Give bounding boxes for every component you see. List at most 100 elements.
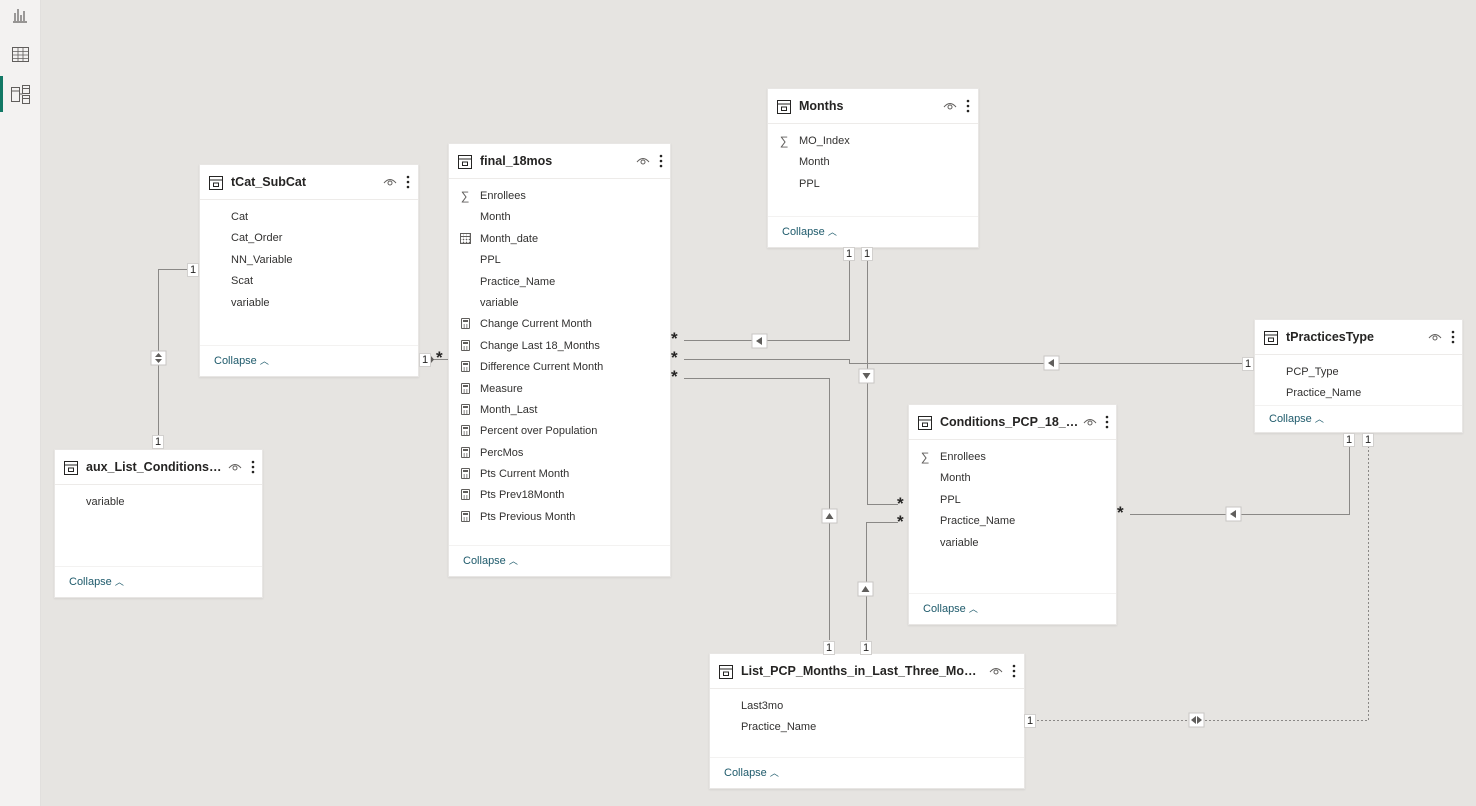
visibility-icon[interactable]	[943, 101, 957, 111]
collapse-button[interactable]: Collapse ︿	[463, 554, 518, 567]
collapse-button[interactable]: Collapse ︿	[1269, 412, 1324, 425]
table-card-header[interactable]: aux_List_Conditions_u...	[55, 450, 262, 485]
cardinality-one: 1	[843, 247, 856, 261]
field-row[interactable]: Month_Last	[449, 401, 670, 422]
table-card-header[interactable]: tCat_SubCat	[200, 165, 418, 200]
field-row[interactable]: Pts Prev18Month	[449, 486, 670, 507]
field-row[interactable]: Last3mo	[710, 697, 1024, 718]
calculator-icon	[459, 510, 471, 524]
table-card-tcat[interactable]: tCat_SubCat Cat Cat_Order NN_Variable Scat v…	[199, 164, 419, 377]
table-card-header[interactable]: Months	[768, 89, 978, 124]
visibility-icon[interactable]	[228, 462, 242, 472]
more-options-icon[interactable]	[251, 459, 255, 475]
cardinality-many: *	[671, 367, 678, 386]
table-card-header[interactable]: Conditions_PCP_18_m...	[909, 405, 1116, 440]
field-row[interactable]: Month	[909, 469, 1116, 490]
field-row[interactable]: variable	[909, 534, 1116, 555]
table-card-conditions[interactable]: Conditions_PCP_18_m... ∑ Enrollees Month PP…	[908, 404, 1117, 625]
table-card-listpcp[interactable]: List_PCP_Months_in_Last_Three_Months Las…	[709, 653, 1025, 789]
field-row[interactable]: Cat	[200, 208, 418, 229]
table-card-final[interactable]: final_18mos ∑ Enrollees Month Month_date PPL…	[448, 143, 671, 577]
field-row[interactable]: Pts Current Month	[449, 465, 670, 486]
more-options-icon[interactable]	[966, 98, 970, 114]
table-title: Conditions_PCP_18_m...	[940, 415, 1080, 429]
more-options-icon[interactable]	[1012, 663, 1016, 679]
calculator-icon	[459, 318, 471, 331]
cardinality-one: 1	[187, 263, 200, 277]
card-footer: Collapse ︿	[200, 345, 418, 376]
field-row[interactable]: variable	[449, 294, 670, 315]
more-options-icon[interactable]	[406, 174, 410, 190]
field-row[interactable]: Change Current Month	[449, 315, 670, 336]
table-title: Months	[799, 99, 844, 113]
field-name: Month	[940, 472, 971, 485]
field-list: variable	[55, 493, 262, 514]
more-options-icon[interactable]	[1105, 414, 1109, 430]
visibility-icon[interactable]	[989, 666, 1003, 676]
field-row[interactable]: variable	[200, 294, 418, 315]
field-row[interactable]: Measure	[449, 380, 670, 401]
visibility-icon[interactable]	[383, 177, 397, 187]
field-row[interactable]: PPL	[768, 175, 978, 196]
field-row[interactable]: Change Last 18_Months	[449, 337, 670, 358]
field-name: variable	[480, 296, 519, 309]
field-row[interactable]: Cat_Order	[200, 229, 418, 250]
field-row[interactable]: Practice_Name	[449, 273, 670, 294]
table-title: List_PCP_Months_in_Last_Three_Months	[741, 664, 981, 678]
cardinality-many: *	[1117, 503, 1124, 522]
field-row[interactable]: Scat	[200, 272, 418, 293]
field-name: Month	[799, 156, 830, 169]
chevron-up-icon: ︿	[508, 556, 518, 566]
table-card-header[interactable]: final_18mos	[449, 144, 670, 179]
table-card-months[interactable]: Months ∑ MO_Index Month PPL Collapse ︿	[767, 88, 979, 248]
field-name: Pts Prev18Month	[480, 489, 565, 502]
field-row[interactable]: Difference Current Month	[449, 358, 670, 379]
field-row[interactable]: Month	[768, 153, 978, 174]
table-card-header[interactable]: tPracticesType	[1255, 320, 1462, 355]
field-row[interactable]: Month_date	[449, 230, 670, 251]
field-name: Month	[480, 211, 511, 224]
collapse-button[interactable]: Collapse ︿	[782, 225, 837, 238]
cardinality-many: *	[897, 512, 904, 531]
field-row[interactable]: NN_Variable	[200, 251, 418, 272]
field-name: Month_Last	[480, 403, 538, 416]
table-card-aux[interactable]: aux_List_Conditions_u... variable Collap…	[54, 449, 263, 598]
field-row[interactable]: ∑ Enrollees	[909, 448, 1116, 469]
collapse-button[interactable]: Collapse ︿	[69, 575, 124, 588]
more-options-icon[interactable]	[1451, 329, 1455, 345]
field-row[interactable]: Pts Previous Month	[449, 508, 670, 529]
field-row[interactable]: variable	[55, 493, 262, 514]
field-row[interactable]: PPL	[909, 491, 1116, 512]
field-row[interactable]: PCP_Type	[1255, 363, 1462, 384]
table-card-ptype[interactable]: tPracticesType PCP_Type Practice_Name Col…	[1254, 319, 1463, 433]
table-card-header[interactable]: List_PCP_Months_in_Last_Three_Months	[710, 654, 1024, 689]
field-name: Pts Current Month	[480, 468, 570, 481]
collapse-button[interactable]: Collapse ︿	[923, 602, 978, 615]
field-row[interactable]: Practice_Name	[1255, 384, 1462, 405]
more-options-icon[interactable]	[659, 153, 663, 169]
field-row[interactable]: PPL	[449, 251, 670, 272]
field-row[interactable]: ∑ Enrollees	[449, 187, 670, 208]
field-row[interactable]: ∑ MO_Index	[768, 132, 978, 153]
sigma-icon: ∑	[920, 450, 930, 464]
calculator-icon	[459, 425, 471, 438]
field-list: PCP_Type Practice_Name	[1255, 363, 1462, 406]
field-name: Change Last 18_Months	[480, 339, 600, 352]
collapse-button[interactable]: Collapse ︿	[724, 766, 779, 779]
field-list: ∑ Enrollees Month Month_date PPL Practice_Nam…	[449, 187, 670, 529]
field-row[interactable]: Practice_Name	[909, 512, 1116, 533]
table-title: aux_List_Conditions_u...	[86, 460, 224, 474]
visibility-icon[interactable]	[636, 156, 650, 166]
field-row[interactable]: Percent over Population	[449, 422, 670, 443]
field-row[interactable]: PercMos	[449, 444, 670, 465]
field-name: Practice_Name	[1286, 387, 1362, 400]
chevron-up-icon: ︿	[769, 768, 779, 778]
field-name: variable	[940, 536, 979, 549]
visibility-icon[interactable]	[1083, 417, 1097, 427]
table-icon	[918, 416, 932, 430]
visibility-icon[interactable]	[1428, 332, 1442, 342]
field-row[interactable]: Month	[449, 208, 670, 229]
field-row[interactable]: Practice_Name	[710, 718, 1024, 739]
collapse-button[interactable]: Collapse ︿	[214, 354, 269, 367]
sigma-icon: ∑	[460, 189, 470, 203]
